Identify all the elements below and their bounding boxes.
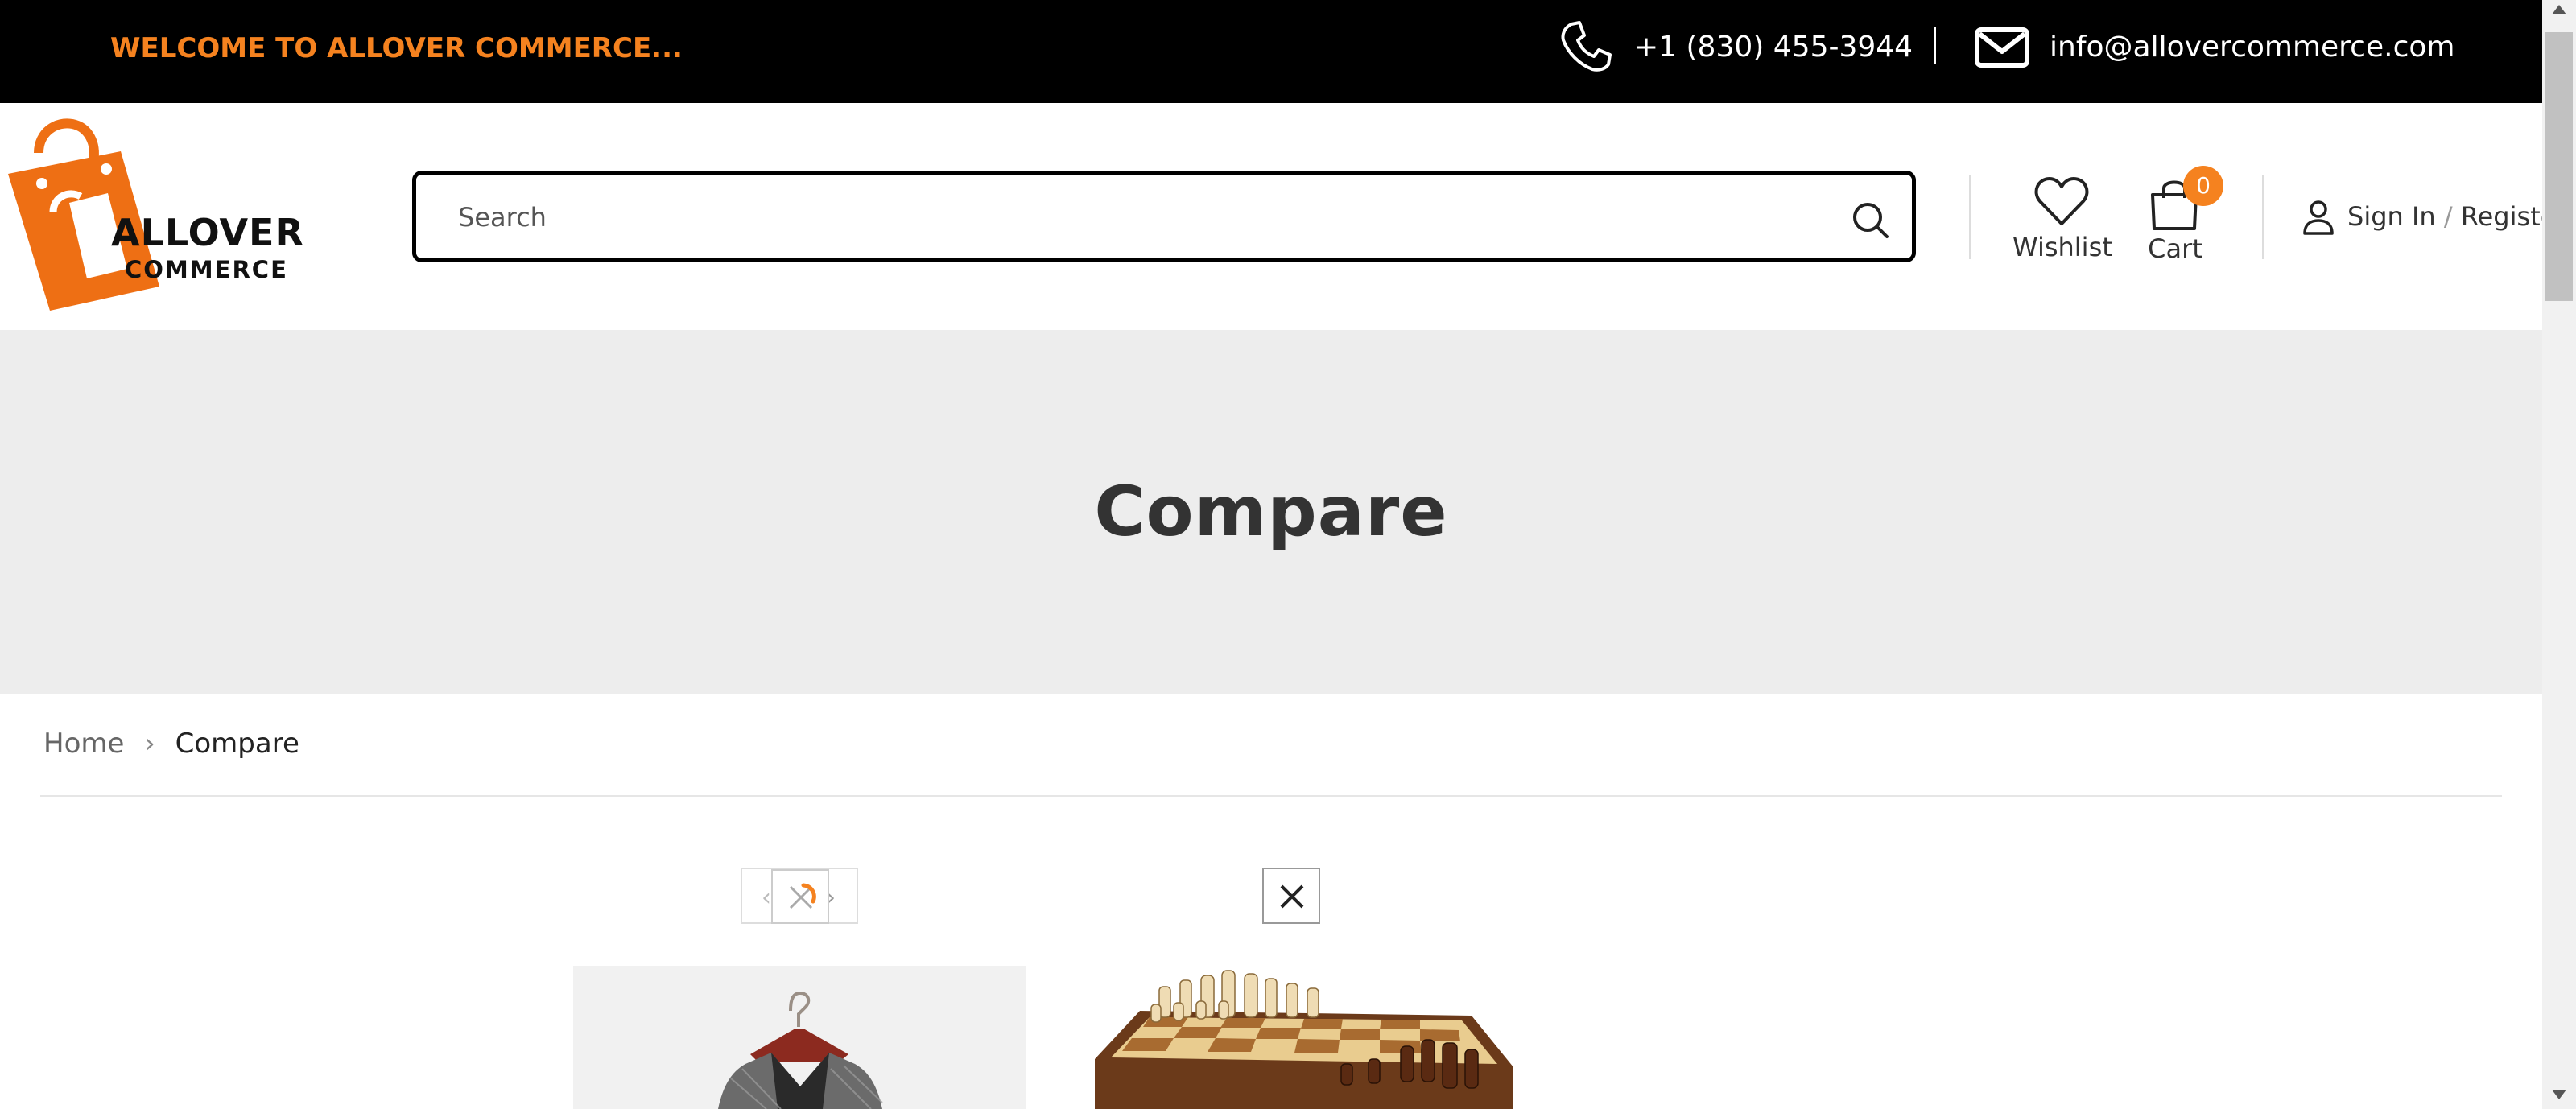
welcome-message: WELCOME TO ALLOVER COMMERCE... [110, 32, 683, 64]
page-title: Compare [1094, 472, 1448, 552]
scroll-down-arrow-icon[interactable] [2552, 1090, 2566, 1099]
move-left-button[interactable]: ‹ [762, 884, 771, 912]
chess-board-image [1095, 970, 1513, 1109]
top-bar: WELCOME TO ALLOVER COMMERCE... +1 (830) … [0, 0, 2542, 103]
envelope-icon [1975, 27, 2029, 68]
coat-on-hanger-image [718, 991, 883, 1109]
close-icon [1280, 884, 1304, 909]
cart-button[interactable]: 0 Cart [2140, 166, 2236, 266]
header-divider [1969, 175, 1971, 259]
email-address[interactable]: info@allovercommerce.com [2050, 31, 2454, 64]
search-icon[interactable] [1851, 200, 1891, 241]
close-icon [789, 883, 816, 909]
wishlist-button[interactable]: Wishlist [2013, 174, 2112, 262]
search-bar [412, 171, 1916, 262]
phone-icon [1561, 21, 1612, 72]
heart-icon [2034, 177, 2089, 225]
cart-count-badge: 0 [2183, 166, 2223, 206]
logo-text-commerce: COMMERCE [125, 256, 288, 283]
top-divider [1934, 27, 1936, 64]
product-1-remove-button[interactable] [771, 869, 829, 924]
account-separator: / [2443, 201, 2453, 232]
breadcrumb-home-link[interactable]: Home [43, 728, 124, 760]
scrollbar-thumb[interactable] [2545, 32, 2573, 301]
logo-text-allover: ALLOVER [111, 211, 304, 254]
search-input[interactable] [456, 191, 1828, 244]
wishlist-label: Wishlist [2013, 232, 2112, 262]
account-links: Sign In / Register [2347, 201, 2567, 232]
scroll-up-arrow-icon[interactable] [2552, 5, 2566, 14]
product-2-remove-button[interactable] [1262, 868, 1320, 924]
header-divider [2262, 175, 2264, 259]
cart-label: Cart [2148, 233, 2202, 264]
user-icon[interactable] [2302, 200, 2334, 235]
breadcrumb-current: Compare [175, 728, 299, 760]
product-1-image[interactable] [573, 966, 1026, 1109]
page-scrollbar[interactable] [2542, 0, 2576, 1109]
sign-in-link[interactable]: Sign In [2347, 201, 2436, 232]
breadcrumb: Home › Compare [43, 728, 299, 760]
product-2-image[interactable] [1063, 963, 1525, 1109]
chevron-right-icon: › [144, 728, 155, 760]
phone-number[interactable]: +1 (830) 455-3944 [1634, 31, 1913, 64]
page-banner: Compare [0, 330, 2542, 694]
breadcrumb-divider [40, 795, 2502, 797]
